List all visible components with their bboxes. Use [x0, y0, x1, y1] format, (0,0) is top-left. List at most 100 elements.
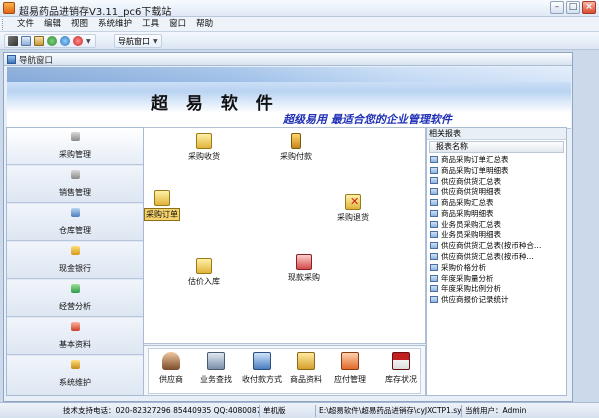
report-item[interactable]: 业务员采购明细表 — [430, 230, 564, 241]
copy-icon[interactable] — [21, 36, 31, 46]
toolbar: ▼ 导航窗口 ▼ — [0, 32, 599, 50]
menu-grip[interactable] — [2, 19, 5, 30]
close-button[interactable]: × — [582, 1, 596, 14]
report-item[interactable]: 供应商供货汇总表 — [430, 176, 564, 187]
action-purchase-return[interactable]: ✕ 采购退货 — [337, 194, 369, 223]
report-icon — [430, 220, 438, 228]
report-icon — [430, 231, 438, 239]
menu-help[interactable]: 帮助 — [191, 19, 218, 30]
sidebar-item-maintenance[interactable]: 系统维护 — [7, 356, 143, 395]
report-label: 年度采购量分析 — [441, 273, 494, 283]
maximize-icon: □ — [568, 2, 578, 12]
report-icon — [430, 188, 438, 196]
analysis-icon — [71, 284, 80, 293]
nav-window-button[interactable]: 导航窗口 — [118, 36, 150, 47]
status-current-user: 当前用户：Admin — [465, 406, 527, 415]
menu-window[interactable]: 窗口 — [164, 19, 191, 30]
report-item[interactable]: 商品采购订单汇总表 — [430, 154, 564, 165]
action-estimate-stock-in[interactable]: 估价入库 — [188, 258, 220, 287]
report-icon — [430, 296, 438, 304]
action-panel: 采购收货 采购付款 采购订单 ✕ 采购退货 估价入库 现款采购 — [144, 127, 426, 344]
sidebar-item-sales[interactable]: 销售管理 — [7, 166, 143, 203]
report-item[interactable]: 商品采购明细表 — [430, 208, 564, 219]
action-purchase-payment[interactable]: 采购付款 — [280, 133, 312, 162]
status-support-phone: 技术支持电话：020-82327296 85440935 QQ:40800875… — [60, 405, 260, 417]
report-icon — [430, 285, 438, 293]
menu-view[interactable]: 视图 — [66, 19, 93, 30]
minimize-button[interactable]: – — [550, 1, 564, 14]
edit-toolbar: ▼ — [4, 34, 96, 48]
report-list: 商品采购订单汇总表 商品采购订单明细表 供应商供货汇总表 供应商供货明细表 商品… — [430, 154, 564, 305]
report-icon — [430, 253, 438, 261]
menu-system-maintenance[interactable]: 系统维护 — [93, 19, 137, 30]
sidebar-item-basic-data[interactable]: 基本资料 — [7, 318, 143, 355]
report-icon — [430, 177, 438, 185]
sidebar-item-warehouse[interactable]: 仓库管理 — [7, 204, 143, 241]
status-bar: 技术支持电话：020-82327296 85440935 QQ:40800875… — [0, 402, 599, 418]
report-icon — [430, 209, 438, 217]
report-item[interactable]: 年度采购量分析 — [430, 273, 564, 284]
globe-icon[interactable] — [60, 36, 70, 46]
quick-payables[interactable]: 应付管理 — [334, 352, 366, 385]
quick-label: 应付管理 — [334, 375, 366, 384]
sidebar-item-label: 经营分析 — [59, 302, 91, 311]
refresh-icon[interactable] — [47, 36, 57, 46]
maximize-button[interactable]: □ — [566, 1, 580, 14]
action-label: 采购收货 — [188, 152, 220, 161]
quick-product-data[interactable]: 商品资料 — [290, 352, 322, 385]
report-item[interactable]: 供应商报价记录统计 — [430, 294, 564, 305]
related-reports-panel: 相关报表 报表名称 商品采购订单汇总表 商品采购订单明细表 供应商供货汇总表 供… — [426, 127, 567, 396]
sidebar-item-label: 系统维护 — [59, 378, 91, 387]
purchase-payment-icon — [291, 133, 301, 149]
report-item[interactable]: 商品采购汇总表 — [430, 197, 564, 208]
receive-goods-icon — [196, 133, 212, 149]
report-icon — [430, 263, 438, 271]
help-icon[interactable] — [73, 36, 83, 46]
paste-icon[interactable] — [34, 36, 44, 46]
quick-payment-method[interactable]: 收付款方式 — [242, 352, 282, 385]
report-item[interactable]: 供应商供货汇总表(按币种合… — [430, 240, 564, 251]
quick-inventory-status[interactable]: 库存状况 — [385, 352, 417, 385]
action-purchase-order[interactable]: 采购订单 — [144, 190, 180, 221]
quick-business-search[interactable]: 业务查找 — [200, 352, 232, 385]
quick-supplier[interactable]: 供应商 — [159, 352, 183, 385]
reports-column-header[interactable]: 报表名称 — [429, 141, 564, 153]
report-item[interactable]: 年度采购比例分析 — [430, 284, 564, 295]
banner-stripe — [7, 67, 571, 82]
sales-icon — [71, 170, 80, 179]
menu-tools[interactable]: 工具 — [137, 19, 164, 30]
report-icon — [430, 166, 438, 174]
sidebar-item-label: 销售管理 — [59, 188, 91, 197]
report-item[interactable]: 采购价格分析 — [430, 262, 564, 273]
supplier-icon — [162, 352, 180, 370]
report-icon — [430, 242, 438, 250]
toolbar-options-icon[interactable]: ▼ — [86, 38, 91, 45]
action-cash-purchase[interactable]: 现款采购 — [288, 254, 320, 283]
report-label: 业务员采购汇总表 — [441, 219, 501, 229]
status-edition: 单机版 — [260, 405, 316, 417]
report-item[interactable]: 供应商供货汇总表(按币种… — [430, 251, 564, 262]
window-title: 超易药品进销存V3.11_pc6下载站 — [19, 7, 172, 18]
estimate-stock-in-icon — [196, 258, 212, 274]
toolbar-options-icon[interactable]: ▼ — [153, 38, 158, 45]
sidebar-item-label: 仓库管理 — [59, 226, 91, 235]
app-icon — [3, 2, 15, 14]
sidebar-item-analysis[interactable]: 经营分析 — [7, 280, 143, 317]
report-item[interactable]: 业务员采购汇总表 — [430, 219, 564, 230]
mdi-workarea: 导航窗口 超 易 软 件 超级易用 最适合您的企业管理软件 采购管理 销售管理 … — [0, 50, 599, 402]
report-item[interactable]: 供应商供货明细表 — [430, 186, 564, 197]
quick-label: 供应商 — [159, 375, 183, 384]
nav-window-titlebar[interactable]: 导航窗口 — [4, 53, 572, 66]
quick-label: 收付款方式 — [242, 375, 282, 384]
action-receive-goods[interactable]: 采购收货 — [188, 133, 220, 162]
payables-icon — [341, 352, 359, 370]
basic-data-icon — [71, 322, 80, 331]
report-label: 商品采购订单汇总表 — [441, 154, 509, 164]
sidebar-item-cash-bank[interactable]: 现金银行 — [7, 242, 143, 279]
menu-file[interactable]: 文件 — [12, 19, 39, 30]
menu-bar: 文件 编辑 视图 系统维护 工具 窗口 帮助 — [0, 17, 599, 32]
report-item[interactable]: 商品采购订单明细表 — [430, 165, 564, 176]
menu-edit[interactable]: 编辑 — [39, 19, 66, 30]
cut-icon[interactable] — [8, 36, 18, 46]
sidebar-item-purchase[interactable]: 采购管理 — [7, 128, 143, 165]
